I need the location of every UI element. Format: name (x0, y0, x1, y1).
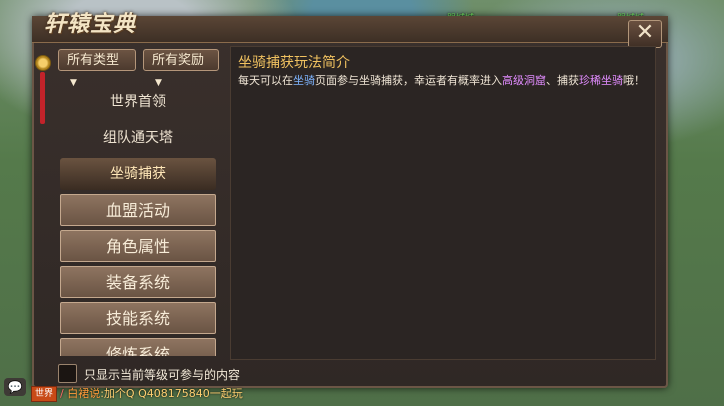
chat-sender[interactable]: 白裙说 (67, 387, 100, 400)
nav-item-team-tower[interactable]: 组队通天塔 (60, 122, 216, 154)
panel-title: 轩辕宝典 (44, 11, 137, 37)
nav-category-skills[interactable]: 技能系统 (60, 302, 216, 334)
tassel-decoration (40, 72, 45, 124)
content-description: 每天可以在坐骑页面参与坐骑捕获，幸运者有概率进入高级洞窟、捕获珍稀坐骑哦！ (238, 72, 648, 88)
text-segment: 、捕获 (546, 74, 579, 87)
text-segment: 页面参与坐骑捕获，幸运者有概率进入 (315, 74, 502, 87)
type-filter-dropdown[interactable]: 所有类型▼ (58, 49, 136, 88)
link-mount-page[interactable]: 坐骑 (293, 74, 315, 87)
chat-message[interactable]: / 白裙说:加个Q Q408175840一起玩 (60, 385, 243, 401)
link-rare-mount[interactable]: 珍稀坐骑 (579, 74, 623, 87)
nav-item-mount-capture[interactable]: 坐骑捕获 (60, 158, 216, 190)
nav-category-attributes[interactable]: 角色属性 (60, 230, 216, 262)
chat-channel-badge: 世界 (31, 386, 58, 402)
text-segment: 每天可以在 (238, 74, 293, 87)
link-advanced-cave[interactable]: 高级洞窟 (502, 74, 546, 87)
close-button[interactable]: ✕ (628, 20, 662, 48)
text-segment: 哦！ (623, 74, 645, 87)
level-filter-checkbox[interactable] (58, 364, 77, 383)
charm-icon (35, 55, 51, 71)
content-title: 坐骑捕获玩法简介 (238, 55, 350, 71)
reward-filter-label: 所有奖励 (152, 53, 205, 68)
type-filter-label: 所有类型 (67, 53, 120, 68)
chat-bubble-icon[interactable]: 💬 (4, 378, 26, 396)
reward-filter-dropdown[interactable]: 所有奖励▼ (143, 49, 219, 88)
close-icon: ✕ (635, 20, 655, 45)
nav-item-world-boss[interactable]: 世界首领 (60, 86, 216, 118)
nav-category-guild[interactable]: 血盟活动 (60, 194, 216, 226)
level-filter-label: 只显示当前等级可参与的内容 (84, 368, 241, 382)
content-area (230, 46, 656, 360)
nav-category-cultivation[interactable]: 修炼系统 (60, 338, 216, 356)
nav-category-equipment[interactable]: 装备系统 (60, 266, 216, 298)
sidebar-nav: 世界首领 组队通天塔 坐骑捕获 血盟活动 角色属性 装备系统 技能系统 修炼系统 (56, 84, 218, 356)
chat-text: :加个Q Q408175840一起玩 (100, 387, 243, 400)
